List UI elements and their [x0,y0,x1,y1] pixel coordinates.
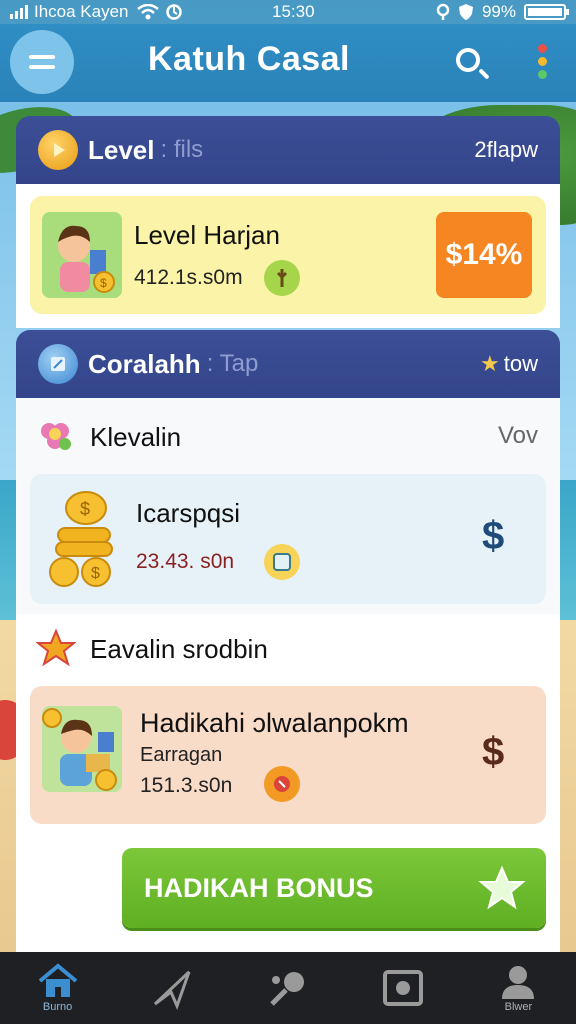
coin-panel: Klevalin Vov $ $ Icarspqsi 23.43. s0n $ [16,398,560,614]
traffic-dots-icon[interactable] [534,44,550,84]
coin-section-title: Coralahh [88,348,201,379]
battery-icon [524,4,569,20]
battery-percent: 99% [481,2,516,21]
user-icon [502,966,535,999]
evaluation-card[interactable]: Hadikahi ɔlwalanpokm Earragan 151.3.s0n … [30,686,546,824]
flower-icon [38,418,72,452]
clock: 15:30 [272,2,315,21]
evaluation-title: Eavalin srodbin [90,634,268,664]
shield-icon [458,4,473,20]
nav-send[interactable] [115,952,230,1024]
nav-home-label: Burno [42,1001,73,1013]
level-section-title: Level [88,134,155,165]
level-section-header: Level : fils 2flapw [16,116,560,184]
app-header: Katuh Casal [0,24,576,102]
search-button[interactable] [452,44,492,84]
hamburger-icon [29,55,55,69]
level-card-title: Level Harjan [134,220,280,250]
coin-section-link[interactable]: ★ tow [480,351,538,377]
nav-profile[interactable]: Blwer [461,952,576,1024]
paper-plane-icon [153,970,191,1010]
sync-icon [165,4,182,20]
app-title: Katuh Casal [148,40,350,78]
key-icon [264,260,300,296]
home-icon [38,963,77,997]
bonus-button[interactable]: HADIKAH BONUS [122,848,546,928]
location-icon [436,3,450,20]
level-card-subtitle: 412.1s.s0m [134,266,243,289]
status-bar: Ihcoa Kayen 15:30 99% [0,0,576,24]
nav-game[interactable] [230,952,345,1024]
evaluation-panel: Eavalin srodbin Hadikahi ɔlwalanpokm Ear… [16,614,560,952]
signal-icon [10,5,28,19]
level-panel: $ Level Harjan 412.1s.s0m $14% [16,184,560,328]
svg-text:$: $ [91,565,100,582]
coin-section-header: Coralahh : Tap ★ tow [16,330,560,398]
kid-coins-avatar [42,706,122,792]
star-icon: ★ [480,351,500,376]
coins-card-subtitle: 23.43. s0n [136,550,235,573]
coins-card-title: Icarspqsi [136,498,241,528]
svg-text:$: $ [80,499,90,519]
dollar-icon[interactable]: $ [482,514,504,559]
level-card[interactable]: $ Level Harjan 412.1s.s0m $14% [30,196,546,314]
bottom-nav: Burno Blwer [0,952,576,1024]
svg-text:$: $ [100,276,107,290]
tablet-icon [264,544,300,580]
evaluation-card-title: Hadikahi ɔlwalanpokm [140,708,409,738]
coin-row-link[interactable]: Vov [498,422,538,450]
coin-section-subtitle: : Tap [206,350,259,377]
evaluation-card-label: Earragan [140,744,223,766]
play-coin-icon [38,130,78,170]
kid-avatar: $ [42,212,122,298]
coin-row-title: Klevalin [90,422,182,452]
wifi-icon [136,4,159,20]
star-badge-icon [35,628,77,668]
menu-button[interactable] [10,30,74,94]
fruit-icon [264,766,300,802]
bonus-button-label: HADIKAH BONUS [144,872,374,903]
star-icon-bonus [478,864,526,919]
coin-stack-icon: $ $ [46,488,122,588]
level-section-link[interactable]: 2flapw [474,137,538,163]
carrier-name: Ihcoa Kayen [34,2,129,21]
coins-card[interactable]: $ $ Icarspqsi 23.43. s0n $ [30,474,546,604]
screen-icon [38,344,78,384]
price-button[interactable]: $14% [436,212,532,298]
photo-frame-icon [383,970,424,1006]
nav-gallery[interactable] [346,952,461,1024]
level-section-subtitle: : fils [160,136,204,163]
nav-home[interactable]: Burno [0,952,115,1024]
dollar-icon-2[interactable]: $ [482,730,504,775]
ping-pong-icon [270,972,304,1006]
nav-profile-label: Blwer [504,1001,533,1013]
evaluation-card-subtitle: 151.3.s0n [140,774,233,797]
